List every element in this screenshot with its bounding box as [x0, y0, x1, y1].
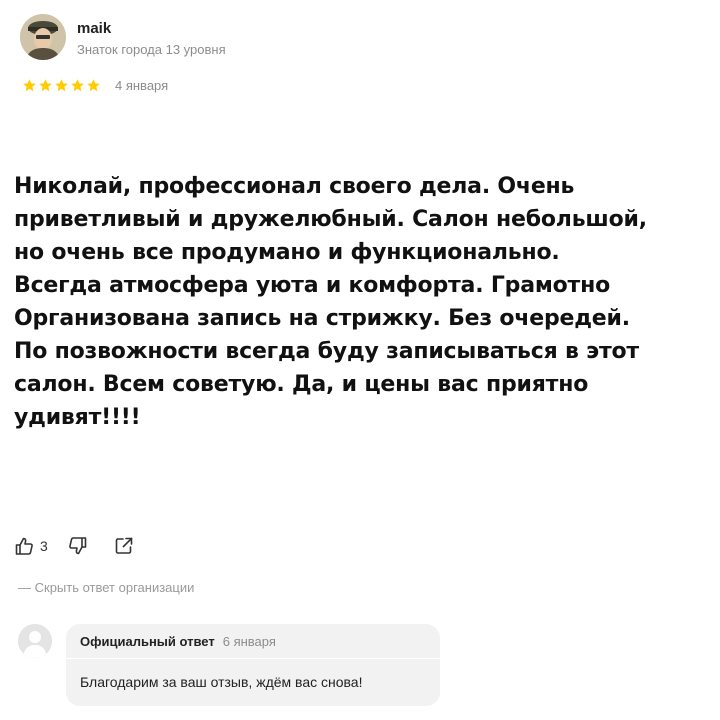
author-avatar[interactable] [20, 14, 66, 60]
star-rating [22, 78, 101, 93]
share-icon [115, 537, 133, 554]
org-reply-label: Официальный ответ [80, 634, 215, 649]
review-date: 4 января [115, 78, 169, 93]
org-reply-text: Благодарим за ваш отзыв, ждём вас снова! [80, 674, 363, 690]
like-count: 3 [40, 538, 48, 554]
star-icon [39, 79, 52, 92]
star-icon [55, 79, 68, 92]
rating-row: 4 января [22, 78, 168, 93]
like-button[interactable]: 3 [14, 536, 68, 556]
share-button[interactable] [114, 536, 134, 556]
star-icon [71, 79, 84, 92]
review-text: Николай, профессионал своего дела. Очень… [14, 174, 647, 430]
hide-org-reply-link[interactable]: — Скрыть ответ организации [18, 580, 194, 595]
star-icon [23, 79, 36, 92]
thumbs-down-icon [68, 537, 87, 555]
org-reply-header: Официальный ответ 6 января [80, 634, 276, 649]
author-level: Знаток города 13 уровня [77, 42, 226, 57]
org-reply-body: Благодарим за ваш отзыв, ждём вас снова! [66, 658, 440, 706]
dislike-button[interactable] [68, 536, 88, 556]
review-actions: 3 [14, 536, 134, 556]
org-reply-date: 6 января [222, 634, 276, 649]
author-name[interactable]: maik [77, 20, 111, 37]
star-icon [87, 79, 100, 92]
thumbs-up-icon [15, 537, 33, 555]
org-avatar [18, 624, 52, 658]
org-reply-bubble: Официальный ответ 6 января Благодарим за… [66, 624, 440, 706]
